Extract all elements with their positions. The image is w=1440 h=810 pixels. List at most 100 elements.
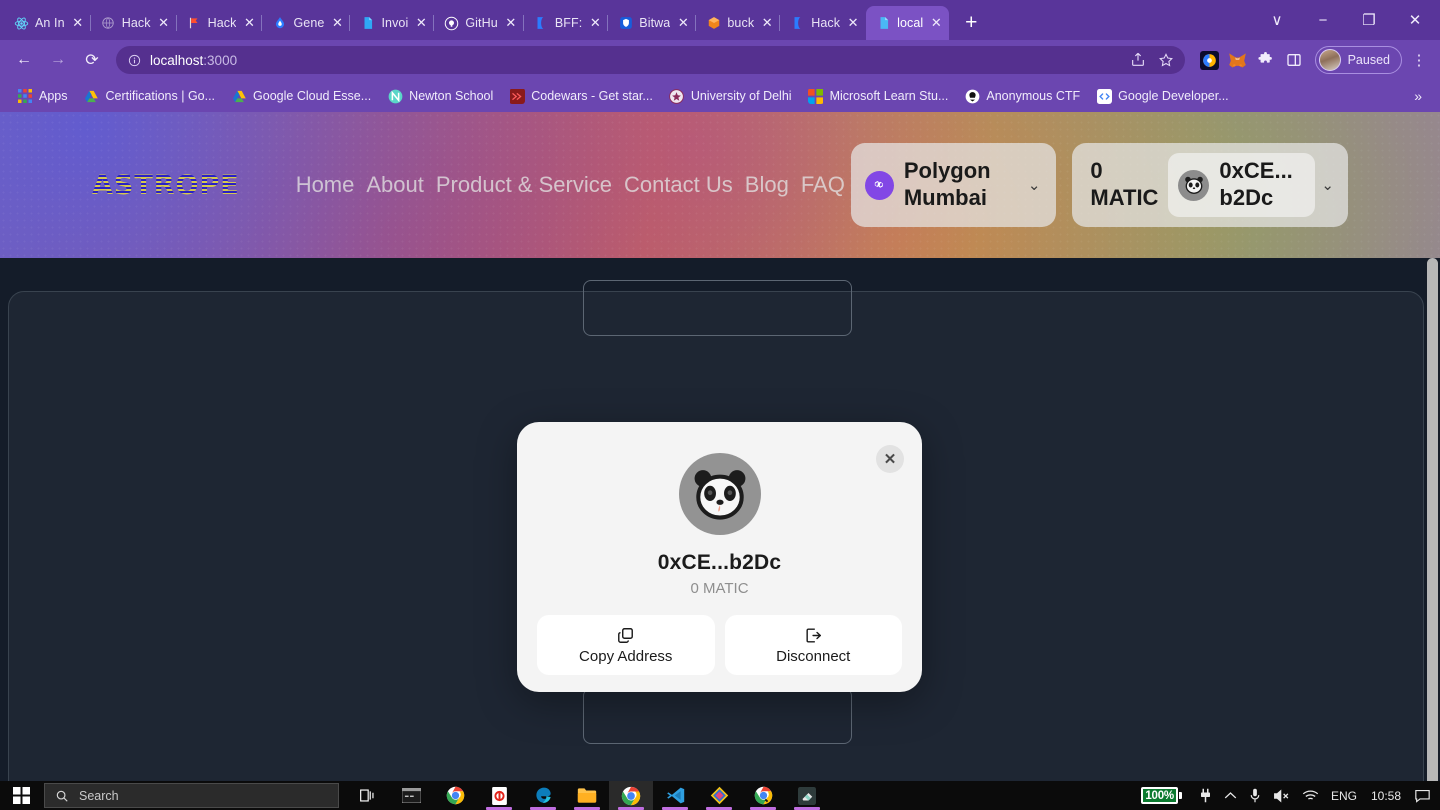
new-tab-button[interactable]: + (955, 8, 987, 38)
bookmark-item[interactable]: University of Delhi (662, 85, 799, 107)
chrome-icon[interactable] (433, 781, 477, 810)
bookmark-item[interactable]: Anonymous CTF (957, 85, 1087, 107)
bookmark-item[interactable]: Google Cloud Esse... (224, 85, 378, 107)
firefox-icon[interactable] (1197, 47, 1223, 73)
close-icon[interactable]: ✕ (157, 16, 171, 30)
copy-address-button[interactable]: Copy Address (537, 615, 715, 675)
microphone-icon[interactable] (1243, 781, 1267, 810)
bookmark-item[interactable]: Newton School (380, 85, 500, 107)
maximize-button[interactable]: ❐ (1346, 0, 1392, 40)
browser-tab[interactable]: Hack ✕ (175, 6, 263, 40)
chevron-up-icon[interactable] (1218, 781, 1243, 810)
sidepanel-icon[interactable] (1281, 47, 1307, 73)
browser-tab[interactable]: Gene ✕ (261, 6, 350, 40)
browser-tab-active[interactable]: local ✕ (866, 6, 950, 40)
terminal-icon[interactable] (389, 781, 433, 810)
bookmark-item[interactable]: Microsoft Learn Stu... (801, 85, 956, 107)
close-icon[interactable]: ✕ (846, 16, 860, 30)
chevron-down-icon: ⌄ (1321, 177, 1334, 194)
bookmark-item[interactable]: Codewars - Get star... (502, 85, 660, 107)
file-explorer-icon[interactable] (565, 781, 609, 810)
site-logo[interactable]: ASTROPE (92, 164, 262, 206)
nav-link-contact-us[interactable]: Contact Us (618, 172, 739, 198)
info-icon[interactable] (128, 54, 141, 67)
puzzle-icon[interactable] (1253, 47, 1279, 73)
wallet-account-modal: ✕ 0xCE...b2Dc 0 MATIC Copy Address Disco… (517, 422, 922, 692)
tab-search-icon[interactable]: ∨ (1254, 0, 1300, 40)
bookmarks-overflow-button[interactable]: » (1406, 88, 1430, 104)
browser-tab[interactable]: buck ✕ (695, 6, 780, 40)
forward-icon[interactable]: → (42, 44, 74, 76)
tab-title: buck (727, 16, 755, 30)
close-icon[interactable]: ✕ (876, 445, 904, 473)
chain-name-line2: Mumbai (903, 185, 987, 210)
close-icon[interactable]: ✕ (929, 16, 943, 30)
close-icon[interactable]: ✕ (760, 16, 774, 30)
windows-icon[interactable] (0, 781, 42, 810)
disconnect-label: Disconnect (776, 647, 851, 665)
star-icon[interactable] (1153, 47, 1179, 73)
url-input[interactable]: localhost:3000 (116, 46, 1185, 74)
chrome-beta-icon[interactable] (741, 781, 785, 810)
metamask-icon[interactable] (1225, 47, 1251, 73)
profile-chip[interactable]: Paused (1314, 46, 1402, 74)
close-window-button[interactable]: ✕ (1392, 0, 1438, 40)
account-address-chip[interactable]: 0xCE... b2Dc (1168, 153, 1316, 217)
search-input[interactable]: Search (44, 783, 339, 808)
close-icon[interactable]: ✕ (330, 16, 344, 30)
shield-icon (618, 16, 633, 31)
browser-tab[interactable]: BFF: ✕ (522, 6, 608, 40)
browser-tab[interactable]: Hack ✕ (779, 6, 866, 40)
share-icon[interactable] (1125, 47, 1151, 73)
close-icon[interactable]: ✕ (414, 16, 428, 30)
nav-link-home[interactable]: Home (290, 172, 361, 198)
nav-link-faq[interactable]: FAQ (795, 172, 851, 198)
bookmark-label: Newton School (409, 89, 494, 103)
browser-tab[interactable]: An In ✕ (4, 6, 91, 40)
volume-mute-icon[interactable] (1267, 781, 1296, 810)
browser-tab[interactable]: Bitwa ✕ (607, 6, 696, 40)
browser-tab[interactable]: Invoi ✕ (349, 6, 434, 40)
close-icon[interactable]: ✕ (676, 16, 690, 30)
close-icon[interactable]: ✕ (504, 16, 518, 30)
bookmark-item[interactable]: Certifications | Go... (77, 85, 223, 107)
nav-link-product-service[interactable]: Product & Service (430, 172, 618, 198)
back-icon[interactable]: ← (8, 44, 40, 76)
reload-icon[interactable]: ⟳ (76, 44, 108, 76)
clock[interactable]: 10:58 (1363, 781, 1409, 810)
wifi-icon[interactable] (1296, 781, 1325, 810)
kebab-icon[interactable]: ⋮ (1406, 45, 1432, 75)
disconnect-button[interactable]: Disconnect (724, 615, 902, 675)
battery-indicator[interactable]: 100% (1135, 781, 1193, 810)
pdf-icon[interactable] (477, 781, 521, 810)
nav-link-about[interactable]: About (360, 172, 430, 198)
codewars-icon (509, 88, 525, 104)
edge-icon[interactable] (521, 781, 565, 810)
chrome-icon[interactable] (609, 781, 653, 810)
language-indicator[interactable]: ENG (1325, 781, 1363, 810)
eraser-icon[interactable] (785, 781, 829, 810)
minimize-button[interactable]: − (1300, 0, 1346, 40)
browser-tab[interactable]: GitHu ✕ (433, 6, 523, 40)
search-placeholder: Search (79, 788, 119, 803)
chevron-down-icon: ⌄ (1027, 177, 1041, 194)
browser-tab[interactable]: Hack ✕ (89, 6, 177, 40)
colors-icon[interactable] (697, 781, 741, 810)
chain-name-line1: Polygon (903, 158, 991, 184)
close-icon[interactable]: ✕ (71, 16, 85, 30)
chain-selector-button[interactable]: Polygon Mumbai ⌄ (850, 143, 1057, 227)
close-icon[interactable]: ✕ (588, 16, 602, 30)
close-icon[interactable]: ✕ (242, 16, 256, 30)
nav-link-blog[interactable]: Blog (739, 172, 795, 198)
bookmark-label: University of Delhi (690, 89, 792, 103)
bookmark-item[interactable]: Google Developer... (1089, 85, 1236, 107)
vscode-icon[interactable] (653, 781, 697, 810)
notification-icon[interactable] (1409, 781, 1436, 810)
panda-avatar-icon (1178, 169, 1210, 201)
tab-title: Gene (293, 16, 325, 30)
balance-amount: 0 (1090, 158, 1103, 184)
task-view-icon[interactable] (345, 781, 389, 810)
bookmark-item[interactable]: Apps (10, 85, 75, 107)
account-button[interactable]: 0 MATIC 0xCE... b2Dc ⌄ (1072, 143, 1348, 227)
plug-icon[interactable] (1193, 781, 1218, 810)
